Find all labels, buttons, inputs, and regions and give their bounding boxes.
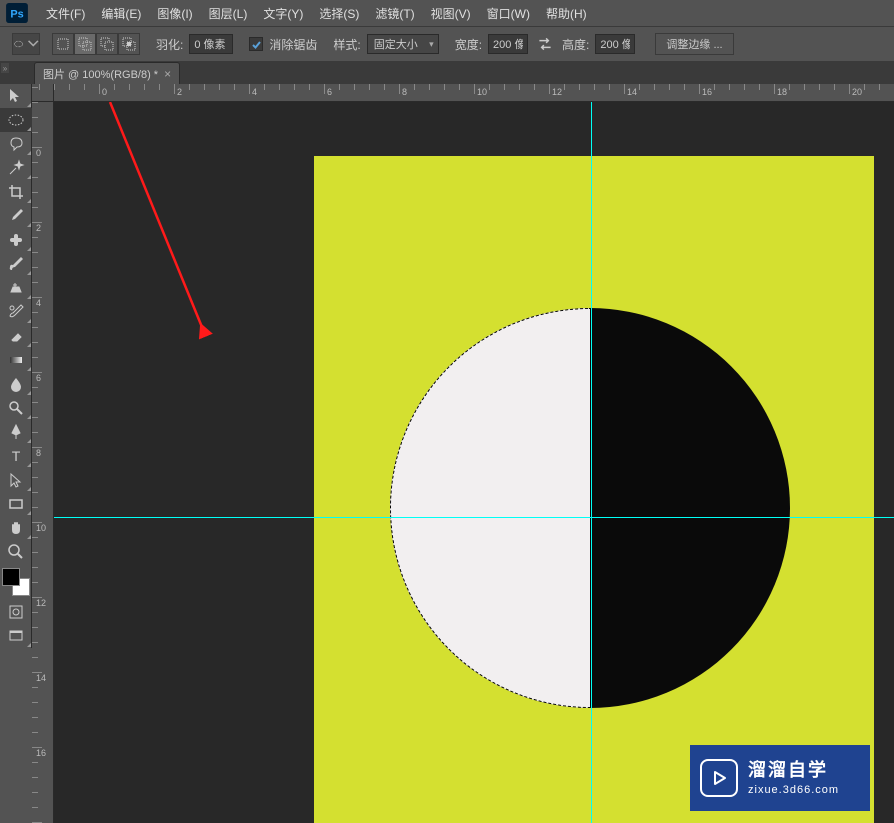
horizontal-guide[interactable] [54, 517, 894, 518]
close-tab-icon[interactable]: × [164, 67, 171, 81]
screen-mode[interactable] [0, 624, 32, 648]
horizontal-ruler[interactable]: 202468101214161820 [54, 84, 894, 102]
hand-tool[interactable] [0, 516, 32, 540]
foreground-color-swatch[interactable] [2, 568, 20, 586]
rectangle-tool[interactable] [0, 492, 32, 516]
feather-label: 羽化: [156, 36, 183, 53]
menu-filter[interactable]: 滤镜(T) [367, 5, 422, 22]
elliptical-marquee-tool[interactable] [0, 108, 32, 132]
menu-file[interactable]: 文件(F) [38, 5, 93, 22]
width-input[interactable] [488, 34, 528, 54]
pen-tool[interactable] [0, 420, 32, 444]
crop-tool[interactable] [0, 180, 32, 204]
svg-text:T: T [12, 448, 21, 464]
healing-brush-tool[interactable] [0, 228, 32, 252]
tools-panel: T [0, 84, 32, 648]
watermark-title: 溜溜自学 [748, 759, 839, 782]
vertical-ruler[interactable]: 2024681012141618 [32, 102, 54, 823]
eraser-tool[interactable] [0, 324, 32, 348]
watermark-url: zixue.3d66.com [748, 783, 839, 797]
style-label: 样式: [333, 36, 360, 53]
menu-view[interactable]: 视图(V) [423, 5, 479, 22]
ps-logo: Ps [4, 3, 30, 23]
document-tab[interactable]: 图片 @ 100%(RGB/8) * × [34, 62, 180, 84]
selection-intersect-button[interactable] [118, 33, 140, 55]
clone-stamp-tool[interactable] [0, 276, 32, 300]
options-bar: 羽化: 消除锯齿 样式: 固定大小 宽度: 高度: 调整边缘 ... [0, 26, 894, 62]
type-tool[interactable]: T [0, 444, 32, 468]
move-tool[interactable] [0, 84, 32, 108]
eyedropper-tool[interactable] [0, 204, 32, 228]
dodge-tool[interactable] [0, 396, 32, 420]
selection-subtract-button[interactable] [96, 33, 118, 55]
canvas-area: 202468101214161820 2024681012141618 溜溜自学… [32, 84, 894, 823]
antialias-checkbox[interactable] [249, 37, 263, 51]
menu-type[interactable]: 文字(Y) [255, 5, 311, 22]
width-label: 宽度: [455, 36, 482, 53]
brush-tool[interactable] [0, 252, 32, 276]
menu-help[interactable]: 帮助(H) [538, 5, 595, 22]
menu-bar: Ps 文件(F) 编辑(E) 图像(I) 图层(L) 文字(Y) 选择(S) 滤… [0, 0, 894, 26]
menu-edit[interactable]: 编辑(E) [93, 5, 149, 22]
lasso-tool[interactable] [0, 132, 32, 156]
blur-tool[interactable] [0, 372, 32, 396]
tool-preset-dropdown[interactable] [12, 33, 40, 55]
watermark-logo-icon [700, 759, 738, 797]
refine-edge-button[interactable]: 调整边缘 ... [655, 33, 733, 55]
antialias-label: 消除锯齿 [269, 36, 317, 53]
menu-window[interactable]: 窗口(W) [479, 5, 538, 22]
quick-mask-mode[interactable] [0, 600, 32, 624]
vertical-guide[interactable] [591, 102, 592, 823]
selection-add-button[interactable] [74, 33, 96, 55]
menu-image[interactable]: 图像(I) [149, 5, 200, 22]
magic-wand-tool[interactable] [0, 156, 32, 180]
white-half-circle-shape [390, 308, 790, 708]
color-swatches[interactable] [2, 568, 30, 596]
history-brush-tool[interactable] [0, 300, 32, 324]
watermark: 溜溜自学 zixue.3d66.com [690, 745, 870, 811]
style-select[interactable]: 固定大小 [367, 34, 439, 54]
document-tab-bar: 图片 @ 100%(RGB/8) * × [0, 62, 894, 84]
svg-text:Ps: Ps [10, 9, 23, 21]
canvas-viewport[interactable]: 溜溜自学 zixue.3d66.com [54, 102, 894, 823]
zoom-tool[interactable] [0, 540, 32, 564]
document-tab-title: 图片 @ 100%(RGB/8) * [43, 66, 158, 82]
path-selection-tool[interactable] [0, 468, 32, 492]
height-label: 高度: [562, 36, 589, 53]
feather-input[interactable] [189, 34, 233, 54]
collapse-handle-icon[interactable]: » [0, 62, 10, 74]
menu-layer[interactable]: 图层(L) [201, 5, 256, 22]
selection-mode-group [52, 33, 140, 55]
height-input[interactable] [595, 34, 635, 54]
menu-select[interactable]: 选择(S) [311, 5, 367, 22]
selection-new-button[interactable] [52, 33, 74, 55]
gradient-tool[interactable] [0, 348, 32, 372]
swap-dimensions-icon[interactable] [536, 35, 554, 53]
